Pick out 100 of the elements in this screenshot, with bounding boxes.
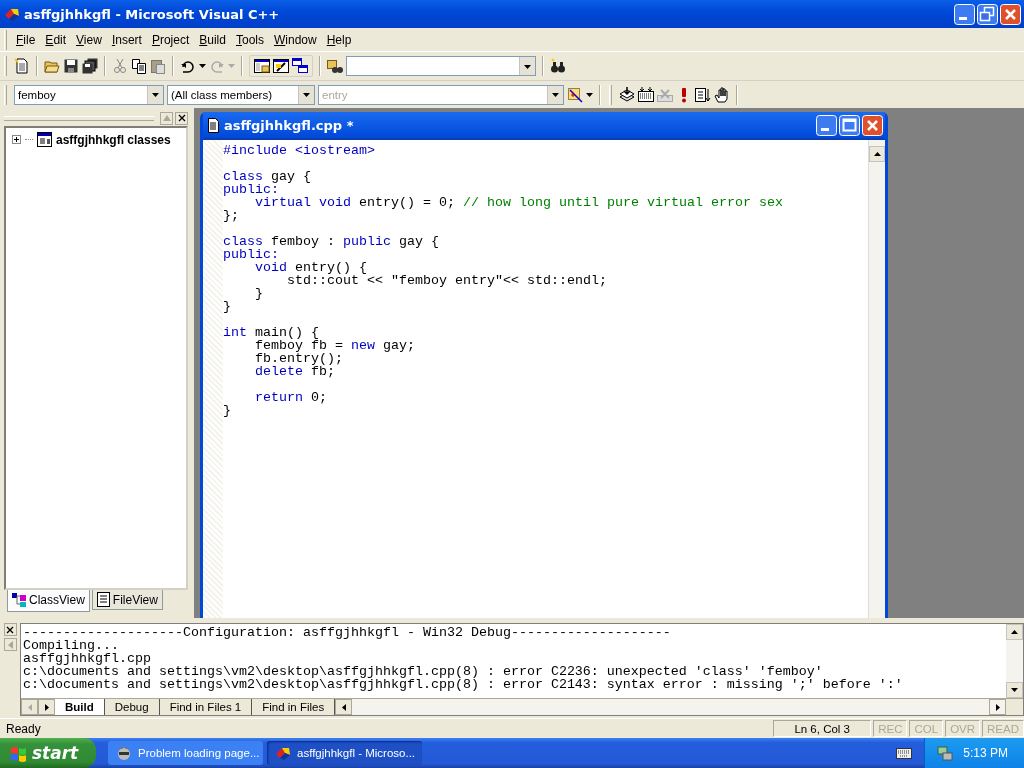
code-line: class gay { — [223, 170, 311, 183]
left-arrow-icon — [27, 703, 32, 711]
class-tree-icon — [37, 132, 52, 147]
close-pane-button[interactable] — [175, 111, 188, 125]
class-combo[interactable]: femboy — [14, 84, 164, 105]
code-line: return 0; — [254, 391, 327, 404]
output-line: c:\documents and settings\vm2\desktop\asffgjhhkgfl.cpp(8) : error C2143: syntax error : missing ';' before ':' — [23, 678, 903, 691]
status-indicator: COL — [909, 720, 944, 737]
menu-item[interactable]: Build — [194, 30, 231, 49]
window-title: asffgjhhkgfl - Microsoft Visual C++ — [24, 6, 281, 22]
up-arrow-icon — [873, 152, 881, 156]
menu-item[interactable]: Tools — [230, 30, 269, 49]
new-file-icon[interactable] — [14, 58, 30, 74]
code-line: }; — [223, 209, 239, 222]
network-icon[interactable] — [937, 745, 954, 761]
clock: 5:13 PM — [963, 746, 1008, 760]
dropdown-arrow-icon — [151, 91, 160, 98]
down-arrow-icon — [1011, 688, 1018, 692]
start-button[interactable]: start — [0, 738, 96, 768]
keyboard-icon[interactable] — [896, 745, 913, 761]
menu-item[interactable]: Project — [146, 30, 195, 49]
up-arrow-icon — [1011, 630, 1018, 634]
compile-icon[interactable] — [619, 86, 635, 103]
close-icon — [177, 114, 186, 122]
code-line: delete fb; — [254, 365, 335, 378]
output-line: asffgjhhkgfl.cpp — [23, 652, 151, 665]
triangle-icon — [7, 640, 13, 649]
scroll-up-button[interactable] — [869, 146, 885, 162]
expand-icon[interactable] — [12, 135, 21, 144]
step-into-icon[interactable] — [695, 86, 711, 103]
tab-scroll-right-button[interactable] — [38, 699, 55, 715]
workspace-window-icon[interactable] — [254, 58, 270, 74]
wizard-action-icon[interactable] — [567, 86, 583, 103]
left-arrow-icon — [341, 703, 346, 711]
code-line: public: — [223, 183, 279, 196]
class-view-icon — [12, 592, 26, 607]
code-line: int main() { — [223, 326, 319, 339]
app-logo-icon — [4, 6, 20, 22]
undo-icon[interactable] — [180, 58, 196, 74]
hand-icon[interactable] — [714, 86, 730, 103]
code-line: } — [254, 287, 263, 300]
scroll-right-button[interactable] — [989, 699, 1006, 715]
maximize-button[interactable] — [839, 114, 860, 136]
menu-item[interactable]: View — [71, 30, 107, 49]
taskbar-button[interactable]: asffgjhhkgfl - Microso... — [267, 741, 422, 765]
file-view-icon — [96, 592, 110, 607]
menu-item[interactable]: File — [11, 30, 41, 49]
minimize-button[interactable] — [816, 114, 837, 136]
code-line: } — [223, 404, 231, 417]
app-logo-icon — [275, 745, 291, 761]
binoculars-icon[interactable] — [550, 58, 566, 74]
dropdown-arrow-icon[interactable] — [586, 92, 593, 97]
code-line: public: — [223, 248, 279, 261]
dropdown-arrow-icon — [302, 91, 311, 98]
filter-combo[interactable]: (All class members) — [167, 84, 315, 105]
restore-button[interactable] — [977, 3, 998, 25]
window-list-icon[interactable] — [292, 58, 308, 74]
close-button[interactable] — [862, 114, 883, 136]
close-icon — [6, 625, 14, 634]
output-line: Compiling... — [23, 639, 119, 652]
status-indicator: REC — [873, 720, 908, 737]
clipboard-icon[interactable] — [150, 58, 166, 74]
pane-tab[interactable]: FileView — [91, 590, 163, 610]
minimize-button[interactable] — [954, 3, 975, 25]
code-line: class femboy : public gay { — [223, 235, 439, 248]
right-arrow-icon — [44, 703, 49, 711]
output-tab[interactable]: Build — [55, 699, 105, 715]
scroll-left-button[interactable] — [335, 699, 353, 715]
pane-tab[interactable]: ClassView — [7, 590, 90, 612]
code-line: #include <iostream> — [223, 144, 375, 157]
menu-item[interactable]: Edit — [40, 30, 72, 49]
menu-item[interactable]: Help — [321, 30, 357, 49]
close-button[interactable] — [1000, 3, 1021, 25]
build-icon[interactable] — [638, 86, 654, 103]
menu-item[interactable]: Window — [269, 30, 322, 49]
find-in-files-icon[interactable] — [327, 58, 343, 74]
document-icon — [207, 117, 220, 133]
triangle-icon — [162, 115, 171, 121]
code-line: femboy fb = new gay; — [254, 339, 415, 352]
open-folder-icon[interactable] — [44, 58, 60, 74]
dropdown-arrow-icon — [523, 62, 532, 70]
output-line: --------------------Configuration: asffgjhhkgfl - Win32 Debug-------------------- — [23, 626, 671, 639]
tree-item[interactable]: asffgjhhkgfl classes — [56, 132, 171, 147]
close-pane-button[interactable] — [3, 623, 17, 636]
status-indicator: READ — [982, 720, 1024, 737]
document-title: asffgjhhkgfl.cpp * — [224, 117, 355, 133]
output-window-icon[interactable] — [273, 58, 289, 74]
dropdown-arrow-icon[interactable] — [199, 64, 206, 68]
code-line: } — [223, 300, 231, 313]
scroll-down-button[interactable] — [1006, 682, 1023, 698]
taskbar-button[interactable]: Problem loading page... — [108, 741, 263, 765]
code-line: fb.entry(); — [254, 352, 343, 365]
copy-icon[interactable] — [131, 58, 147, 74]
right-arrow-icon — [995, 703, 1000, 711]
code-line: virtual void entry() = 0; // how long until pure virtual error sex — [255, 196, 783, 209]
status-message: Ready — [6, 721, 42, 736]
scroll-up-button[interactable] — [1006, 624, 1023, 640]
menu-item[interactable]: Insert — [106, 30, 147, 49]
save-all-icon[interactable] — [82, 58, 98, 74]
save-icon[interactable] — [63, 58, 79, 74]
